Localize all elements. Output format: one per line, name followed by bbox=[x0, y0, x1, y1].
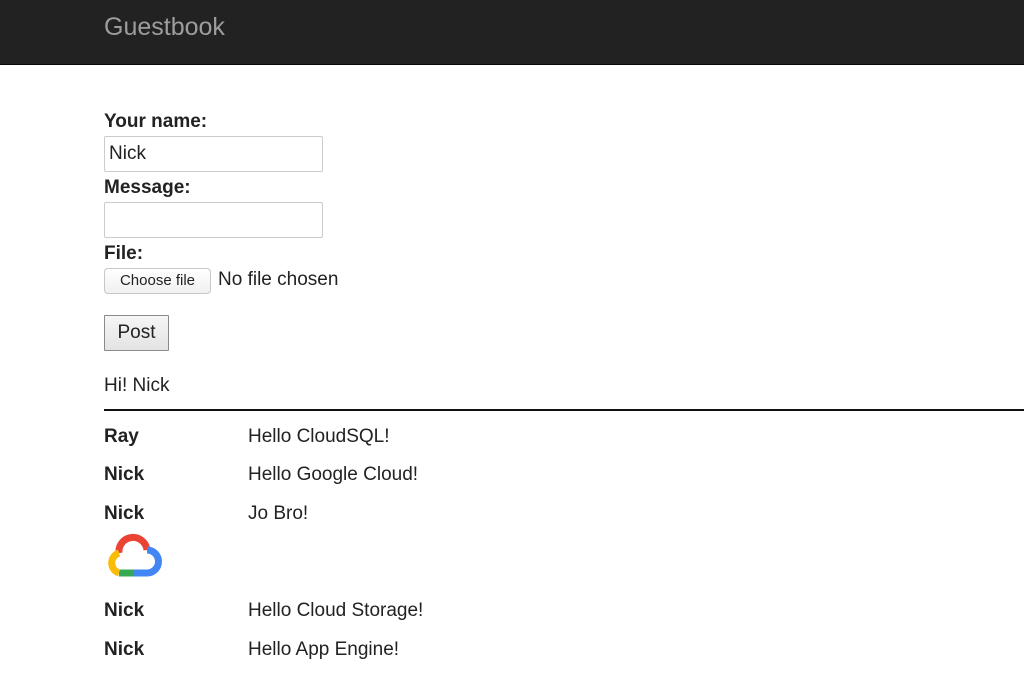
entry-author: Nick bbox=[104, 464, 145, 485]
greeting-text: Hi! Nick bbox=[104, 375, 170, 396]
message-input[interactable] bbox=[104, 202, 323, 238]
choose-file-button[interactable]: Choose file bbox=[104, 268, 211, 294]
entry-message: Hello Cloud Storage! bbox=[248, 600, 424, 621]
entry-message: Hello Google Cloud! bbox=[248, 464, 419, 485]
file-label: File: bbox=[104, 243, 144, 264]
entry-author: Nick bbox=[104, 600, 145, 621]
post-button[interactable]: Post bbox=[104, 315, 169, 351]
name-input[interactable] bbox=[104, 136, 323, 172]
entry-message: Hello App Engine! bbox=[248, 639, 400, 660]
file-status-text: No file chosen bbox=[218, 269, 339, 290]
entry-message: Jo Bro! bbox=[248, 503, 309, 524]
entry-message: Hello CloudSQL! bbox=[248, 426, 390, 447]
name-label: Your name: bbox=[104, 111, 208, 132]
top-navbar: Guestbook bbox=[0, 0, 1024, 65]
divider bbox=[104, 409, 1024, 411]
brand-title[interactable]: Guestbook bbox=[104, 12, 225, 42]
google-cloud-logo-icon bbox=[108, 533, 162, 577]
entry-author: Nick bbox=[104, 503, 145, 524]
entry-author: Nick bbox=[104, 639, 145, 660]
message-label: Message: bbox=[104, 177, 191, 198]
entry-author: Ray bbox=[104, 426, 139, 447]
